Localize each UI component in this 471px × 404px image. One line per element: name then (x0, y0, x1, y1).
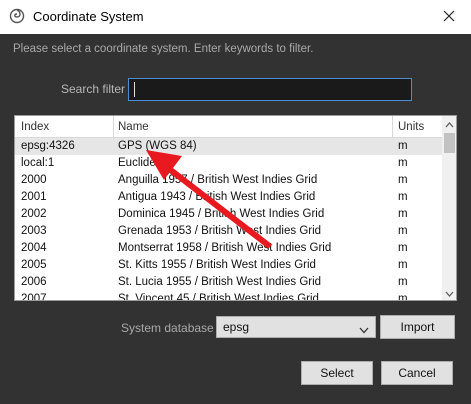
search-filter-input[interactable] (128, 78, 412, 101)
system-database-select[interactable]: epsg (216, 316, 376, 338)
table-header: Index Name Units (15, 116, 442, 138)
scroll-down-button[interactable] (442, 285, 456, 300)
table-row[interactable]: 2005 St. Kitts 1955 / British West Indies… (15, 257, 442, 274)
text-caret (134, 82, 135, 97)
cancel-button[interactable]: Cancel (381, 361, 453, 385)
row-name-cell: St. Vincent 45 / British West Indies Gri… (118, 293, 319, 301)
row-name-cell: Anguilla 1957 / British West Indies Grid (118, 174, 318, 186)
row-name-cell: Dominica 1945 / British West Indies Grid (118, 208, 325, 220)
row-index-cell: 2007 (21, 293, 47, 301)
row-units-cell: m (398, 259, 408, 271)
row-units-cell: m (398, 242, 408, 254)
column-header-units[interactable]: Units (398, 121, 424, 133)
table-row[interactable]: local:1 Euclidean m (15, 155, 442, 172)
row-units-cell: m (398, 174, 408, 186)
table-row[interactable]: 2001 Antigua 1943 / British West Indies G… (15, 189, 442, 206)
table-row[interactable]: 2007 St. Vincent 45 / British West Indies… (15, 291, 442, 301)
vertical-scrollbar[interactable] (442, 116, 456, 300)
row-name-cell: St. Lucia 1955 / British West Indies Gri… (118, 276, 322, 288)
row-name-cell: Montserrat 1958 / British West Indies Gr… (118, 242, 332, 254)
app-swirl-icon (9, 8, 25, 24)
row-index-cell: 2006 (21, 276, 47, 288)
instruction-text: Please select a coordinate system. Enter… (13, 43, 314, 55)
chevron-up-icon (445, 117, 454, 131)
window-title: Coordinate System (33, 9, 144, 24)
row-units-cell: m (398, 293, 408, 301)
row-units-cell: m (398, 225, 408, 237)
row-name-cell: GPS (WGS 84) (118, 140, 197, 152)
column-header-index[interactable]: Index (21, 121, 49, 133)
system-database-value: epsg (223, 320, 250, 334)
column-divider (392, 116, 393, 138)
table-rows: epsg:4326 GPS (WGS 84) m local:1 Euclidean m 2… (15, 138, 442, 301)
row-index-cell: 2004 (21, 242, 47, 254)
table-row[interactable]: 2006 St. Lucia 1955 / British West Indies… (15, 274, 442, 291)
scrollbar-thumb[interactable] (444, 133, 455, 153)
row-index-cell: local:1 (21, 157, 55, 169)
search-filter-label: Search filter (61, 82, 126, 96)
row-units-cell: m (398, 140, 408, 152)
row-units-cell: m (398, 157, 408, 169)
coordinate-system-table[interactable]: Index Name Units epsg:4326 GPS (WGS 84) m l… (14, 115, 457, 301)
system-database-label: System database (121, 321, 214, 335)
close-button[interactable] (426, 0, 471, 34)
row-index-cell: epsg:4326 (21, 140, 75, 152)
row-index-cell: 2001 (21, 191, 47, 203)
table-row[interactable]: epsg:4326 GPS (WGS 84) m (15, 138, 442, 155)
import-button[interactable]: Import (380, 315, 455, 339)
row-index-cell: 2005 (21, 259, 47, 271)
scroll-up-button[interactable] (442, 116, 456, 131)
table-row[interactable]: 2000 Anguilla 1957 / British West Indies … (15, 172, 442, 189)
row-units-cell: m (398, 208, 408, 220)
row-index-cell: 2000 (21, 174, 47, 186)
row-name-cell: Grenada 1953 / British West Indies Grid (118, 225, 322, 237)
title-bar: Coordinate System (0, 0, 471, 34)
row-name-cell: St. Kitts 1955 / British West Indies Gri… (118, 259, 316, 271)
column-divider (113, 116, 114, 138)
column-header-name[interactable]: Name (118, 121, 149, 133)
dialog-body: Please select a coordinate system. Enter… (0, 34, 471, 404)
chevron-down-icon (359, 323, 369, 337)
select-button[interactable]: Select (301, 361, 373, 385)
row-index-cell: 2003 (21, 225, 47, 237)
table-row[interactable]: 2003 Grenada 1953 / British West Indies G… (15, 223, 442, 240)
table-row[interactable]: 2002 Dominica 1945 / British West Indies … (15, 206, 442, 223)
row-name-cell: Euclidean (118, 157, 169, 169)
chevron-down-icon (445, 286, 454, 300)
row-index-cell: 2002 (21, 208, 47, 220)
table-row[interactable]: 2004 Montserrat 1958 / British West Indie… (15, 240, 442, 257)
row-name-cell: Antigua 1943 / British West Indies Grid (118, 191, 316, 203)
row-units-cell: m (398, 276, 408, 288)
row-units-cell: m (398, 191, 408, 203)
close-icon (443, 10, 455, 25)
